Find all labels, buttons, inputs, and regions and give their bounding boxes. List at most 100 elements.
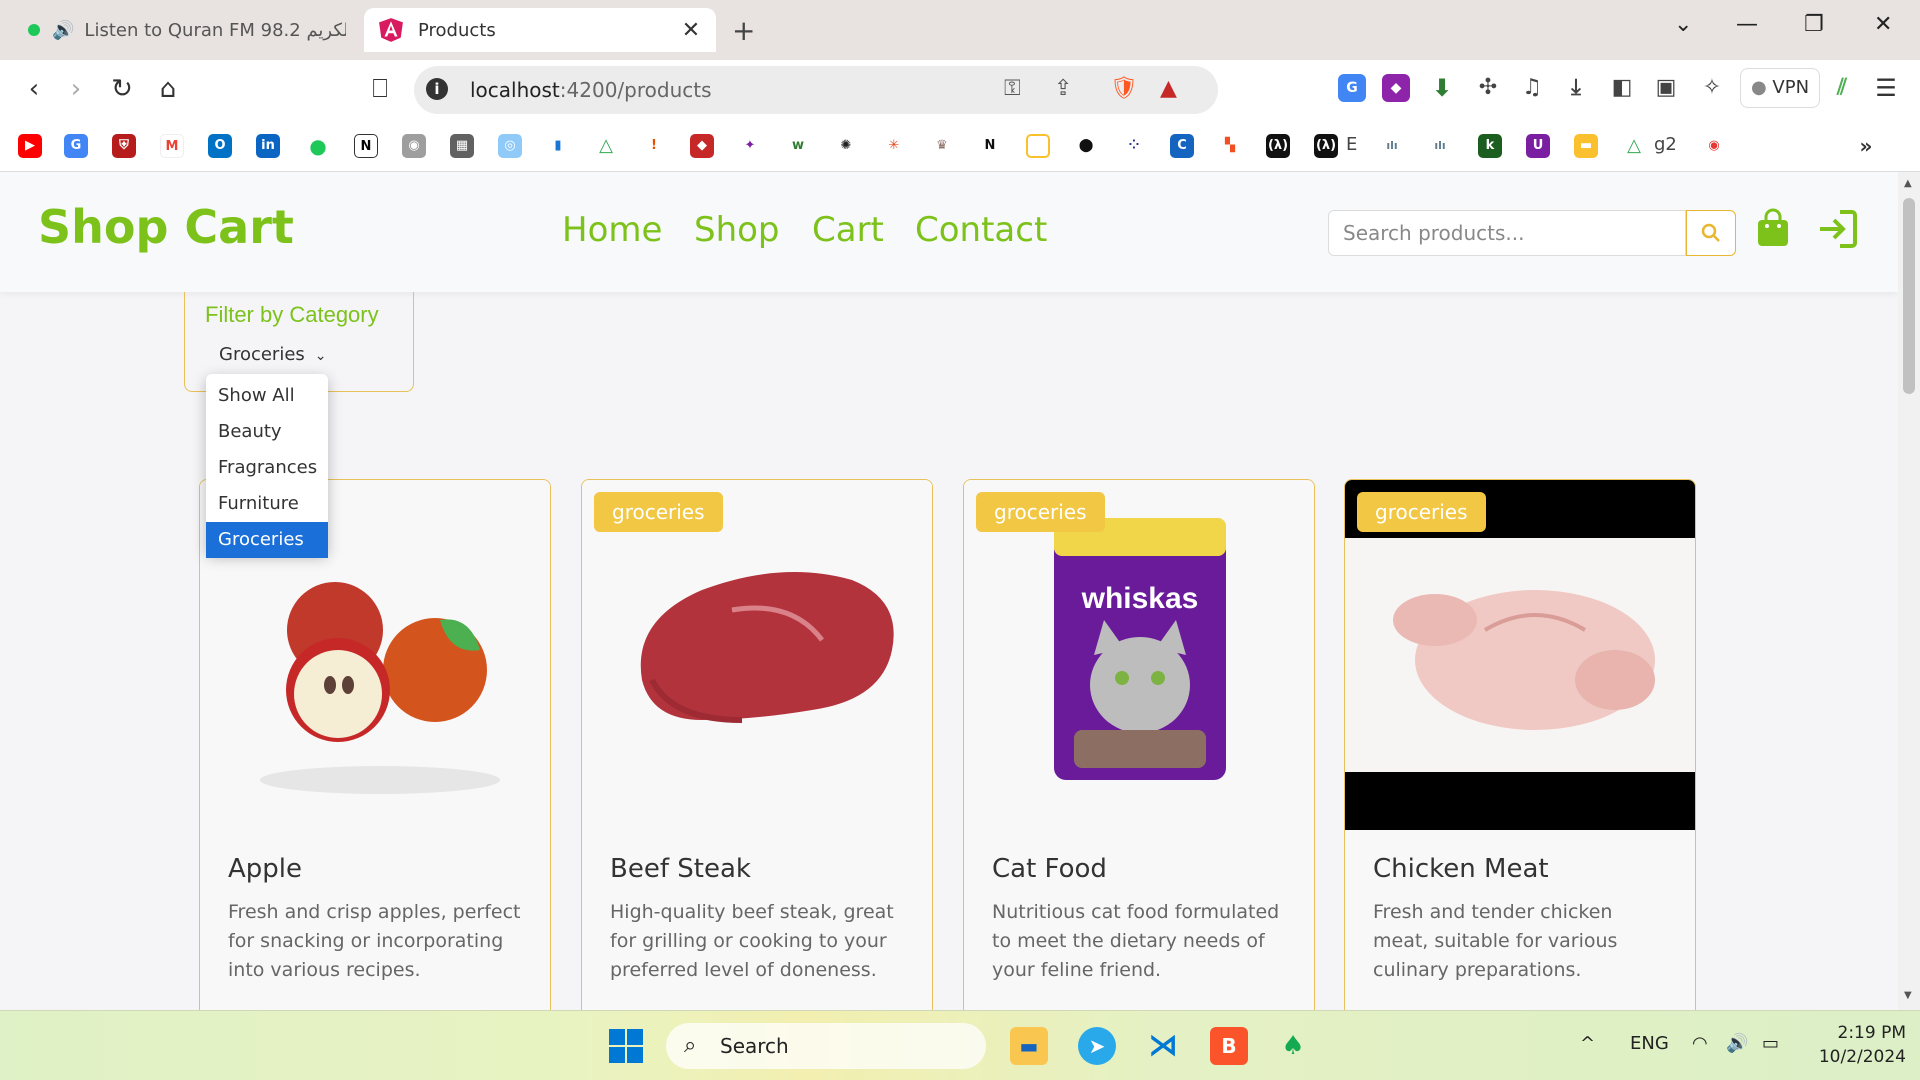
product-card[interactable]: Apple Fresh and crisp apples, perfect fo… xyxy=(199,479,551,1010)
k-icon[interactable]: k xyxy=(1478,134,1502,158)
openai-icon[interactable]: ✺ xyxy=(834,134,858,158)
shopping-bag-icon[interactable] xyxy=(1756,208,1790,248)
taskbar-search[interactable]: ⌕ Search xyxy=(666,1023,986,1069)
youtube-icon[interactable]: ▶ xyxy=(18,134,42,158)
page-scrollbar[interactable]: ▲ ▼ xyxy=(1898,172,1920,1010)
google-drive-g2-icon[interactable]: △ xyxy=(1622,134,1646,158)
menu-icon[interactable]: ☰ xyxy=(1872,74,1900,102)
scroll-down-icon[interactable]: ▼ xyxy=(1904,990,1912,1001)
brave-rewards-icon[interactable]: ▲ xyxy=(1160,76,1177,101)
crown-icon[interactable]: ♛ xyxy=(930,134,954,158)
brave-browser-icon[interactable]: B xyxy=(1210,1027,1248,1065)
file-explorer-icon[interactable]: ▬ xyxy=(1010,1027,1048,1065)
qr-icon[interactable]: ▦ xyxy=(450,134,474,158)
google-drive-icon[interactable]: △ xyxy=(594,134,618,158)
nav-home[interactable]: Home xyxy=(562,210,662,250)
freecodecamp-e-icon[interactable]: (λ) xyxy=(1314,134,1338,158)
wallet-icon[interactable]: ▣ xyxy=(1652,74,1680,102)
speaker-icon[interactable]: 🔊 xyxy=(52,20,74,41)
freecodecamp-icon[interactable]: (λ) xyxy=(1266,134,1290,158)
url-text[interactable]: localhost:4200/products xyxy=(470,78,712,102)
scroll-up-icon[interactable]: ▲ xyxy=(1904,178,1912,189)
product-card[interactable]: groceries Beef Steak High-quality beef s… xyxy=(581,479,933,1010)
brave-shield-icon[interactable]: 🛡 xyxy=(1110,76,1138,101)
option-fragrances[interactable]: Fragrances xyxy=(206,450,328,486)
bookmark-icon[interactable]: ⎕ xyxy=(364,74,396,105)
share-icon[interactable]: ⇪ xyxy=(1054,76,1072,101)
sparkle-icon[interactable]: ✦ xyxy=(738,134,762,158)
n-icon[interactable]: N xyxy=(978,134,1002,158)
close-tab-icon[interactable]: ✕ xyxy=(680,18,702,43)
cisco-icon-2[interactable]: ılı xyxy=(1428,134,1452,158)
back-icon[interactable]: ‹ xyxy=(18,74,50,104)
c-icon[interactable]: C xyxy=(1170,134,1194,158)
reload-icon[interactable]: ↻ xyxy=(106,74,138,104)
claude-icon[interactable]: ✳ xyxy=(882,134,906,158)
bookmark-g2-label[interactable]: g2 xyxy=(1654,134,1677,155)
option-furniture[interactable]: Furniture xyxy=(206,486,328,522)
windows-start-icon[interactable] xyxy=(608,1028,644,1064)
nav-contact[interactable]: Contact xyxy=(915,210,1047,250)
linkedin-icon[interactable]: in xyxy=(256,134,280,158)
nav-shop[interactable]: Shop xyxy=(694,210,780,250)
record-icon[interactable]: ◉ xyxy=(1702,134,1726,158)
minimize-icon[interactable]: — xyxy=(1736,12,1758,37)
tab-search-chevron-icon[interactable]: ⌄ xyxy=(1674,12,1692,37)
sidebar-icon[interactable]: ◧ xyxy=(1608,74,1636,102)
product-name[interactable]: Chicken Meat xyxy=(1373,854,1549,884)
language-indicator[interactable]: ENG xyxy=(1630,1033,1669,1054)
university-icon[interactable]: ⛨ xyxy=(112,134,136,158)
torch-icon[interactable]: ! xyxy=(642,134,666,158)
more-bookmarks-icon[interactable]: » xyxy=(1854,134,1878,158)
product-card[interactable]: groceries Chicken Meat Fresh and tender … xyxy=(1344,479,1696,1010)
bookmark-gray-icon[interactable]: ◉ xyxy=(402,134,426,158)
search-button[interactable] xyxy=(1686,210,1736,256)
volume-icon[interactable]: 🔊 xyxy=(1726,1033,1748,1054)
show-hidden-icons-icon[interactable]: ^ xyxy=(1580,1033,1595,1054)
site-brand[interactable]: Shop Cart xyxy=(38,200,294,254)
google-translate-icon[interactable]: G xyxy=(64,134,88,158)
taskbar-clock[interactable]: 2:19 PM 10/2/2024 xyxy=(1806,1021,1906,1069)
outlook-icon[interactable]: O xyxy=(208,134,232,158)
microsoft-icon[interactable]: ▚ xyxy=(1218,134,1242,158)
pencil-extension-icon[interactable]: ⫽ xyxy=(1828,74,1856,102)
address-bar[interactable]: i localhost:4200/products ⚿ ⇪ 🛡 ▲ xyxy=(414,66,1218,114)
github-icon[interactable]: ⬤ xyxy=(1074,134,1098,158)
leo-ai-icon[interactable]: ✧ xyxy=(1698,74,1726,102)
nav-cart[interactable]: Cart xyxy=(812,210,884,250)
forward-icon[interactable]: › xyxy=(60,74,92,104)
key-icon[interactable]: ⚿ xyxy=(1004,76,1021,101)
search-input[interactable]: Search products... xyxy=(1328,210,1686,256)
mongodb-icon[interactable]: ♠ xyxy=(1274,1027,1312,1065)
category-select[interactable]: Groceries ⌄ xyxy=(219,344,327,365)
download-green-icon[interactable]: ⬇ xyxy=(1428,74,1456,102)
option-show-all[interactable]: Show All xyxy=(206,378,328,414)
translate-extension-icon[interactable]: G xyxy=(1338,74,1366,102)
wifi-icon[interactable]: ◠ xyxy=(1692,1033,1708,1054)
ruby-icon[interactable]: ◆ xyxy=(690,134,714,158)
option-beauty[interactable]: Beauty xyxy=(206,414,328,450)
w3schools-icon[interactable]: w xyxy=(786,134,810,158)
home-icon[interactable]: ⌂ xyxy=(152,74,184,104)
tab-products[interactable]: Products ✕ xyxy=(364,8,716,52)
notion-icon[interactable]: N xyxy=(354,134,378,158)
cisco-icon[interactable]: ılı xyxy=(1380,134,1404,158)
vscode-icon[interactable]: ⋊ xyxy=(1144,1027,1182,1065)
vpn-button[interactable]: ● VPN xyxy=(1740,68,1820,108)
green-dot-icon[interactable]: ● xyxy=(306,134,330,158)
telegram-icon[interactable]: ➤ xyxy=(1078,1027,1116,1065)
scroll-thumb[interactable] xyxy=(1903,198,1915,394)
bookmark-blue-icon[interactable]: ◎ xyxy=(498,134,522,158)
battery-icon[interactable]: ▭ xyxy=(1762,1033,1779,1054)
new-tab-button[interactable]: + xyxy=(732,14,755,47)
site-info-icon[interactable]: i xyxy=(426,78,448,100)
music-icon[interactable]: ♫ xyxy=(1518,74,1546,102)
gmail-icon[interactable]: M xyxy=(160,134,184,158)
product-card[interactable]: whiskas groceries Cat Food Nutritious ca… xyxy=(963,479,1315,1010)
bookmark-e-label[interactable]: E xyxy=(1346,134,1357,155)
puzzle-icon[interactable]: ✣ xyxy=(1474,74,1502,102)
close-window-icon[interactable]: ✕ xyxy=(1874,12,1892,37)
product-name[interactable]: Apple xyxy=(228,854,302,884)
login-icon[interactable] xyxy=(1816,208,1858,250)
product-name[interactable]: Beef Steak xyxy=(610,854,751,884)
